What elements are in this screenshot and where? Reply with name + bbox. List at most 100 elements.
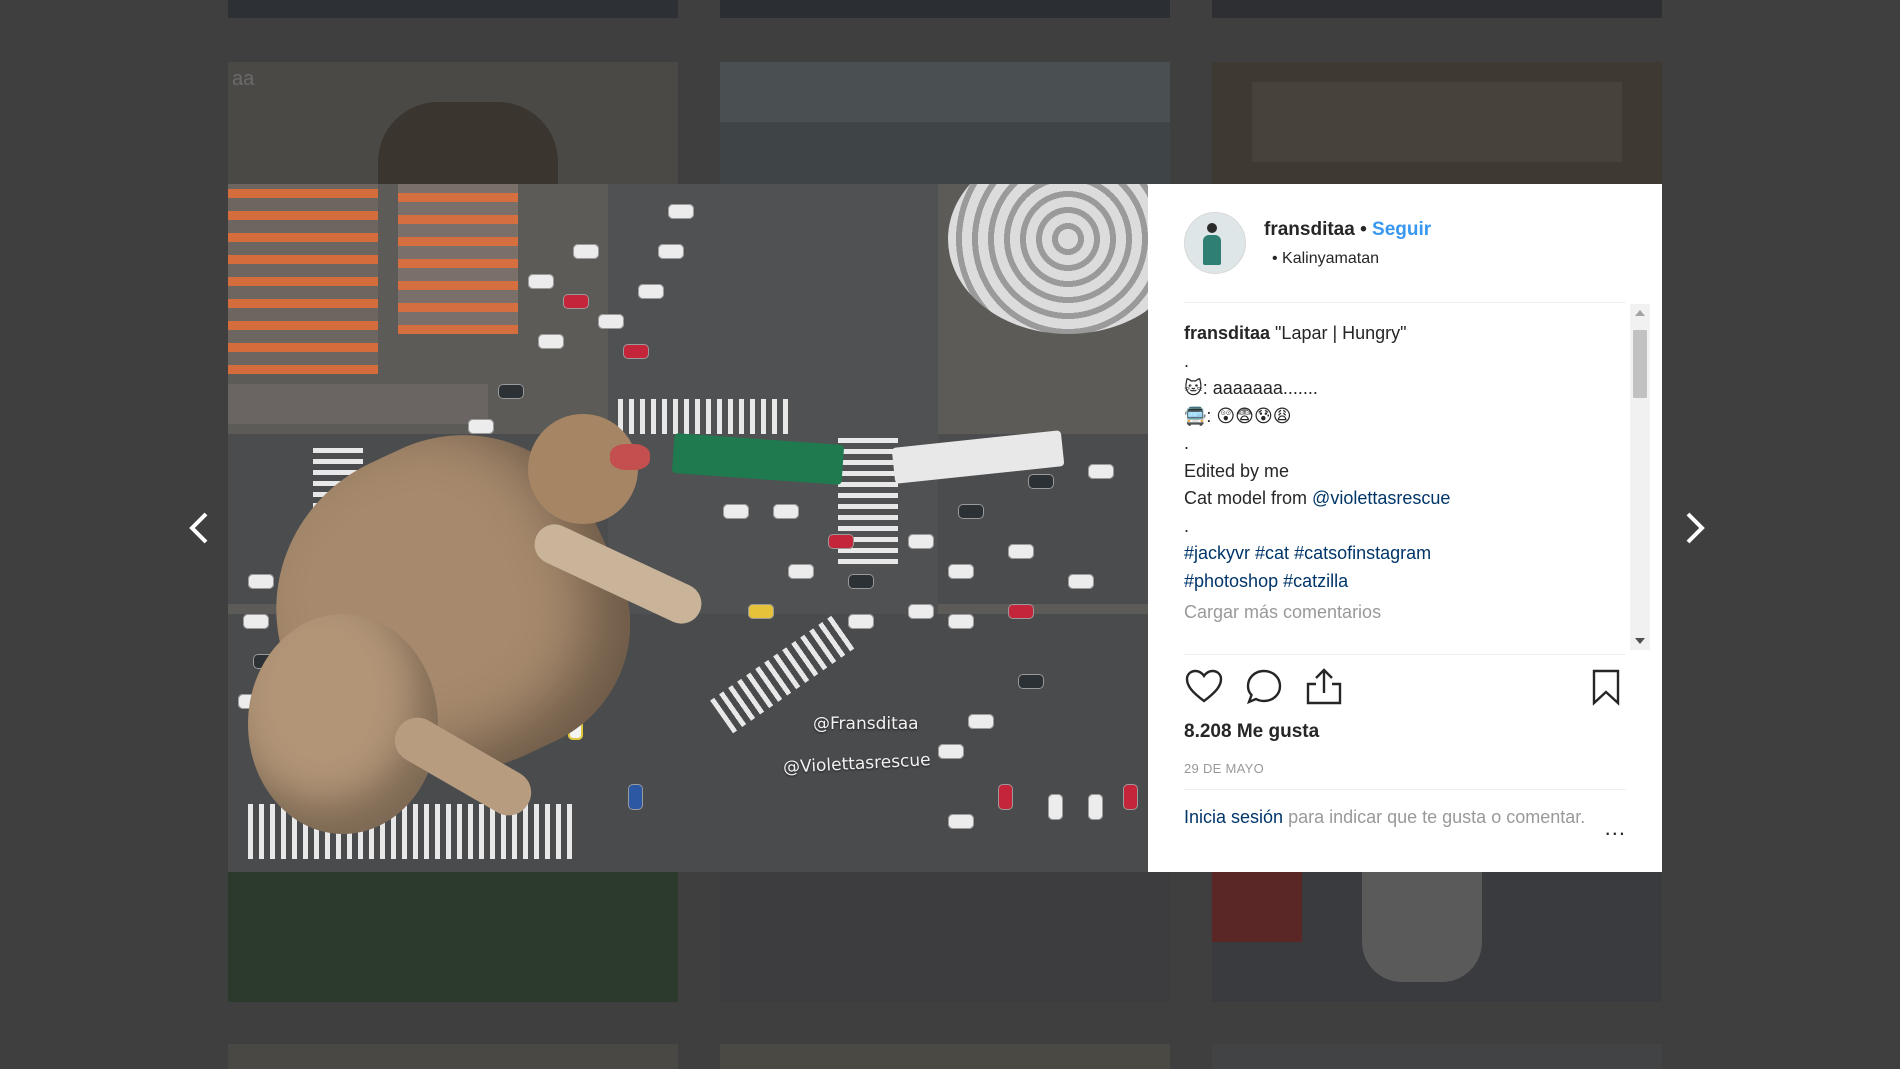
car — [948, 614, 974, 629]
car — [908, 534, 934, 549]
caption-line: . — [1184, 350, 1190, 371]
car — [968, 714, 994, 729]
crosswalk — [618, 399, 788, 434]
login-prompt: Inicia sesión para indicar que te gusta … — [1184, 789, 1626, 840]
post-side-panel: fransditaa • Seguir • Kalinyamatan frans… — [1148, 184, 1662, 872]
car — [948, 564, 974, 579]
grid-thumbnail[interactable]: aa — [228, 62, 678, 184]
photo-watermark: @Fransditaa — [813, 714, 919, 734]
like-count[interactable]: 8.208 Me gusta — [1184, 721, 1319, 743]
car — [563, 294, 589, 309]
car — [938, 744, 964, 759]
grid-thumbnail[interactable] — [720, 0, 1170, 18]
building — [398, 184, 518, 334]
car — [788, 564, 814, 579]
grid-thumbnail[interactable] — [720, 1044, 1170, 1069]
more-options-button[interactable]: ... — [1605, 814, 1626, 841]
car — [1068, 574, 1094, 589]
car — [958, 504, 984, 519]
car — [908, 604, 934, 619]
car — [538, 334, 564, 349]
car — [1008, 604, 1034, 619]
speech-bubble-icon[interactable] — [1244, 667, 1284, 707]
hashtag-link[interactable]: #catzilla — [1283, 571, 1348, 591]
grid-thumbnail[interactable] — [1212, 0, 1662, 18]
grid-thumbnail[interactable] — [228, 0, 678, 18]
car — [498, 384, 524, 399]
building — [228, 184, 378, 374]
car — [848, 574, 874, 589]
car — [628, 784, 643, 810]
caption-line: 🚍: 😲😨😰😩 — [1184, 405, 1292, 426]
car — [1123, 784, 1138, 810]
avatar[interactable] — [1184, 212, 1246, 274]
scrollbar-thumb[interactable] — [1633, 330, 1647, 398]
car — [1088, 464, 1114, 479]
car — [468, 419, 494, 434]
hashtag-line: #photoshop #catzilla — [1184, 568, 1624, 596]
grid-thumbnail[interactable] — [720, 872, 1170, 1002]
post-author: fransditaa • Seguir — [1264, 219, 1431, 241]
car — [723, 504, 749, 519]
hashtag-link[interactable]: #cat — [1255, 543, 1289, 563]
mention-link[interactable]: @violettasrescue — [1312, 488, 1450, 508]
hashtag-link[interactable]: #catsofinstagram — [1294, 543, 1431, 563]
follow-button[interactable]: Seguir — [1372, 219, 1431, 240]
comments-scrollbar[interactable] — [1630, 304, 1650, 650]
car — [948, 814, 974, 829]
scroll-down-arrow-icon[interactable] — [1635, 638, 1645, 644]
car — [598, 314, 624, 329]
post-header: fransditaa • Seguir • Kalinyamatan — [1184, 212, 1626, 303]
grid-thumbnail[interactable] — [1212, 872, 1662, 1002]
post-actions: 8.208 Me gusta 29 DE MAYO Inicia sesión … — [1184, 654, 1626, 855]
caption-line: 🐱: aaaaaaa....... — [1184, 378, 1318, 398]
car — [848, 614, 874, 629]
grid-thumbnail[interactable] — [228, 1044, 678, 1069]
grid-thumbnail[interactable] — [720, 62, 1170, 184]
car — [248, 574, 274, 589]
caption-line: fransditaa "Lapar | Hungry" — [1184, 320, 1624, 348]
building — [948, 184, 1148, 334]
caption-username[interactable]: fransditaa — [1184, 323, 1270, 343]
sidewalk — [228, 384, 488, 424]
heart-icon[interactable] — [1184, 667, 1224, 707]
car — [1018, 674, 1044, 689]
car — [1088, 794, 1103, 820]
car — [1048, 794, 1063, 820]
chevron-right-icon[interactable] — [1674, 508, 1714, 548]
separator-dot: • — [1360, 219, 1367, 240]
hashtag-link[interactable]: #jackyvr — [1184, 543, 1250, 563]
car — [828, 534, 854, 549]
car — [638, 284, 664, 299]
hashtag-link[interactable]: #photoshop — [1184, 571, 1278, 591]
hashtag-line: #jackyvr #cat #catsofinstagram — [1184, 540, 1624, 568]
car — [668, 204, 694, 219]
grid-thumbnail[interactable] — [1212, 1044, 1662, 1069]
load-more-comments[interactable]: Cargar más comentarios — [1184, 599, 1624, 627]
caption-line: . — [1184, 433, 1190, 453]
post-date[interactable]: 29 DE MAYO — [1184, 761, 1264, 776]
post-photo[interactable]: @Fransditaa @Violettasrescue — [228, 184, 1148, 872]
post-modal: @Fransditaa @Violettasrescue fransditaa … — [228, 184, 1662, 872]
car — [1008, 544, 1034, 559]
model-credit-text: Cat model from — [1184, 488, 1313, 508]
grid-thumbnail[interactable] — [1212, 62, 1662, 184]
car — [243, 614, 269, 629]
location-link[interactable]: • Kalinyamatan — [1272, 250, 1379, 268]
caption-line: Cat model from @violettasrescue — [1184, 485, 1624, 513]
car — [623, 344, 649, 359]
share-icon[interactable] — [1304, 667, 1344, 707]
caption-text: "Lapar | Hungry" — [1275, 323, 1407, 343]
grid-thumbnail[interactable] — [228, 872, 678, 1002]
car — [1028, 474, 1054, 489]
car — [528, 274, 554, 289]
username-link[interactable]: fransditaa — [1264, 219, 1355, 240]
chevron-left-icon[interactable] — [180, 508, 220, 548]
comments-section[interactable]: fransditaa "Lapar | Hungry" . 🐱: aaaaaaa… — [1184, 320, 1624, 650]
bookmark-icon[interactable] — [1586, 667, 1626, 707]
caption-line: Edited by me — [1184, 460, 1290, 481]
login-prompt-text: para indicar que te gusta o comentar. — [1283, 807, 1586, 827]
scroll-up-arrow-icon[interactable] — [1635, 310, 1645, 316]
car — [658, 244, 684, 259]
login-link[interactable]: Inicia sesión — [1184, 807, 1283, 827]
